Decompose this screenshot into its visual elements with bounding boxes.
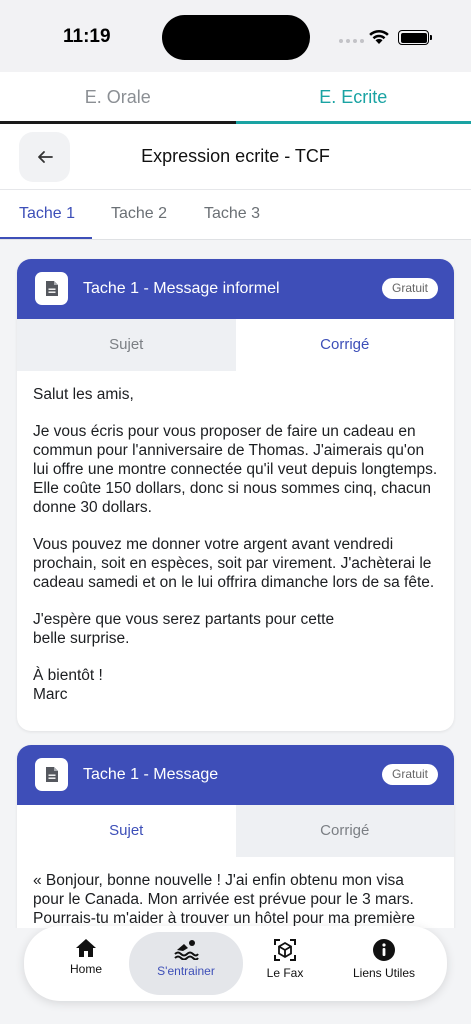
tab-task-3[interactable]: Tache 3 bbox=[204, 205, 260, 223]
dynamic-island bbox=[162, 15, 310, 60]
tab-oral-expression[interactable]: E. Orale bbox=[0, 72, 236, 124]
tab-corrected[interactable]: Corrigé bbox=[235, 319, 454, 371]
card-header: Tache 1 - Message informel Gratuit bbox=[17, 259, 454, 319]
paragraph: Salut les amis, bbox=[33, 386, 134, 403]
paragraph: « Bonjour, bonne nouvelle ! J'ai enfin o… bbox=[33, 872, 416, 927]
nav-label: Liens Utiles bbox=[352, 966, 416, 980]
nav-label: S'entrainer bbox=[157, 964, 215, 978]
task-tabs: Tache 1 Tache 2 Tache 3 bbox=[0, 190, 471, 240]
tab-task-1[interactable]: Tache 1 bbox=[19, 205, 75, 223]
document-icon bbox=[35, 272, 68, 305]
document-icon bbox=[35, 758, 68, 791]
swimmer-icon bbox=[174, 940, 199, 960]
nav-useful-links[interactable]: Liens Utiles bbox=[340, 932, 428, 995]
home-icon bbox=[76, 939, 96, 957]
status-time: 11:19 bbox=[63, 26, 111, 47]
battery-icon bbox=[398, 30, 432, 45]
paragraph: À bientôt ! bbox=[33, 667, 103, 684]
status-bar: 11:19 bbox=[0, 0, 471, 72]
bottom-navigation: Home S'entrainer Le Fax Liens Utiles bbox=[24, 926, 447, 1001]
paragraph: Marc bbox=[33, 686, 68, 703]
card-title: Tache 1 - Message informel bbox=[83, 280, 280, 297]
tab-subject[interactable]: Sujet bbox=[17, 319, 236, 371]
mode-tabs: E. Orale E. Ecrite bbox=[0, 72, 471, 124]
card-content: Salut les amis, Je vous écris pour vous … bbox=[17, 371, 454, 714]
nav-fax[interactable]: Le Fax bbox=[250, 932, 320, 995]
card-title: Tache 1 - Message bbox=[83, 766, 219, 783]
nav-home[interactable]: Home bbox=[54, 932, 118, 995]
nav-label: Le Fax bbox=[266, 966, 304, 980]
page-title: Expression ecrite - TCF bbox=[141, 146, 330, 166]
header: Expression ecrite - TCF bbox=[0, 124, 471, 190]
tab-task-2[interactable]: Tache 2 bbox=[111, 205, 167, 223]
card-sub-tabs: Sujet Corrigé bbox=[17, 319, 454, 371]
tab-written-expression[interactable]: E. Ecrite bbox=[235, 72, 471, 124]
free-badge: Gratuit bbox=[381, 278, 438, 299]
tab-corrected[interactable]: Corrigé bbox=[235, 805, 454, 857]
nav-train[interactable]: S'entrainer bbox=[129, 932, 243, 995]
card-sub-tabs: Sujet Corrigé bbox=[17, 805, 454, 857]
paragraph: J'espère que vous serez partants pour ce… bbox=[33, 611, 335, 647]
wifi-icon bbox=[369, 29, 389, 44]
ar-cube-icon bbox=[274, 939, 296, 961]
paragraph: Vous pouvez me donner votre argent avant… bbox=[33, 536, 435, 591]
info-icon bbox=[373, 939, 395, 961]
tab-subject[interactable]: Sujet bbox=[17, 805, 236, 857]
cellular-signal-icon bbox=[339, 39, 364, 43]
task-card: Tache 1 - Message informel Gratuit Sujet… bbox=[17, 259, 454, 731]
paragraph: Je vous écris pour vous proposer de fair… bbox=[33, 423, 438, 516]
nav-label: Home bbox=[69, 962, 102, 976]
free-badge: Gratuit bbox=[381, 764, 438, 785]
card-header: Tache 1 - Message Gratuit bbox=[17, 745, 454, 805]
active-tab-indicator bbox=[0, 237, 92, 239]
